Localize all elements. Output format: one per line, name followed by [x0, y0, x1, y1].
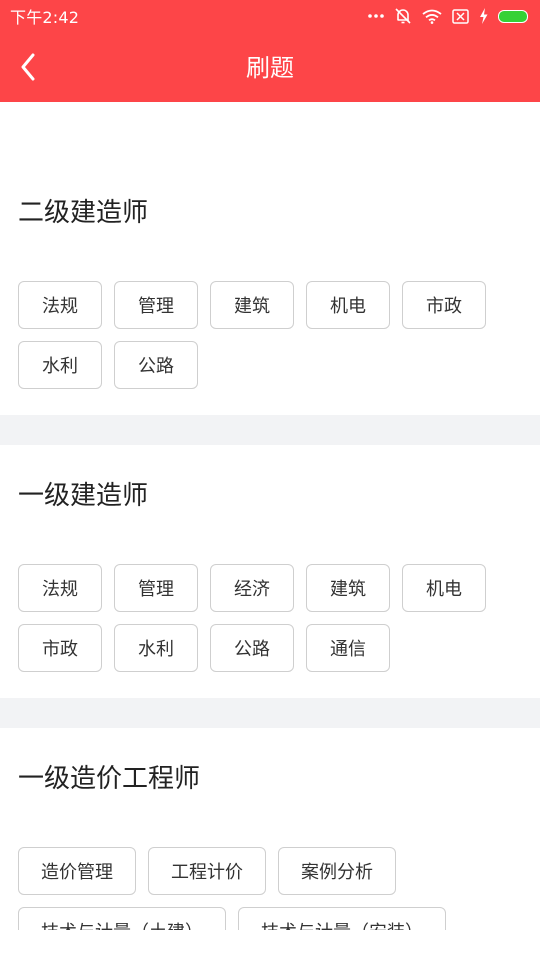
- subject-tag-municipal[interactable]: 市政: [402, 281, 486, 329]
- subject-tag-architecture[interactable]: 建筑: [210, 281, 294, 329]
- more-dots-icon: [368, 13, 384, 19]
- subject-tag-economics[interactable]: 经济: [210, 564, 294, 612]
- subject-tag-case-analysis[interactable]: 案例分析: [278, 847, 396, 895]
- top-navigation-bar: 刷题: [0, 32, 540, 102]
- subject-tag-mechanical-electrical[interactable]: 机电: [402, 564, 486, 612]
- section-divider: [0, 415, 540, 445]
- wifi-icon: [422, 9, 442, 24]
- page-title: 刷题: [246, 54, 294, 82]
- subject-tag-water-conservancy[interactable]: 水利: [18, 341, 102, 389]
- subject-tag-engineering-valuation[interactable]: 工程计价: [148, 847, 266, 895]
- subject-tag-regulations[interactable]: 法规: [18, 564, 102, 612]
- subject-tag-group: 法规 管理 建筑 机电 市政 水利 公路: [18, 281, 522, 389]
- subject-tag-technology-measurement-civil[interactable]: 技术与计量（土建）: [18, 907, 226, 930]
- section-first-class-cost-engineer: 一级造价工程师 造价管理 工程计价 案例分析 技术与计量（土建） 技术与计量（安…: [0, 728, 540, 930]
- subject-tag-highway[interactable]: 公路: [210, 624, 294, 672]
- exam-category-list: 二级建造师 法规 管理 建筑 机电 市政 水利 公路 一级建造师 法规 管理 经…: [0, 102, 540, 930]
- section-title: 一级造价工程师: [18, 764, 201, 794]
- charging-icon: [479, 8, 488, 24]
- status-time: 下午2:42: [10, 8, 80, 27]
- subject-tag-group: 法规 管理 经济 建筑 机电 市政 水利 公路 通信: [18, 564, 522, 672]
- battery-icon: [498, 9, 528, 23]
- status-icons: [368, 7, 528, 25]
- status-bar: 下午2:42: [0, 0, 540, 32]
- section-title: 二级建造师: [18, 198, 149, 228]
- subject-tag-water-conservancy[interactable]: 水利: [114, 624, 198, 672]
- subject-tag-management[interactable]: 管理: [114, 281, 198, 329]
- subject-tag-mechanical-electrical[interactable]: 机电: [306, 281, 390, 329]
- subject-tag-communications[interactable]: 通信: [306, 624, 390, 672]
- subject-tag-cost-management[interactable]: 造价管理: [18, 847, 136, 895]
- section-title: 一级建造师: [18, 481, 149, 511]
- subject-tag-architecture[interactable]: 建筑: [306, 564, 390, 612]
- sim-card-icon: [452, 8, 469, 24]
- section-first-class-constructor: 一级建造师 法规 管理 经济 建筑 机电 市政 水利 公路 通信: [0, 445, 540, 698]
- section-divider: [0, 698, 540, 728]
- subject-tag-highway[interactable]: 公路: [114, 341, 198, 389]
- notification-off-icon: [394, 7, 412, 25]
- subject-tag-group: 造价管理 工程计价 案例分析 技术与计量（土建） 技术与计量（安装）: [18, 847, 522, 930]
- subject-tag-management[interactable]: 管理: [114, 564, 198, 612]
- section-second-class-constructor: 二级建造师 法规 管理 建筑 机电 市政 水利 公路: [0, 102, 540, 415]
- subject-tag-technology-measurement-installation[interactable]: 技术与计量（安装）: [238, 907, 446, 930]
- subject-tag-municipal[interactable]: 市政: [18, 624, 102, 672]
- subject-tag-regulations[interactable]: 法规: [18, 281, 102, 329]
